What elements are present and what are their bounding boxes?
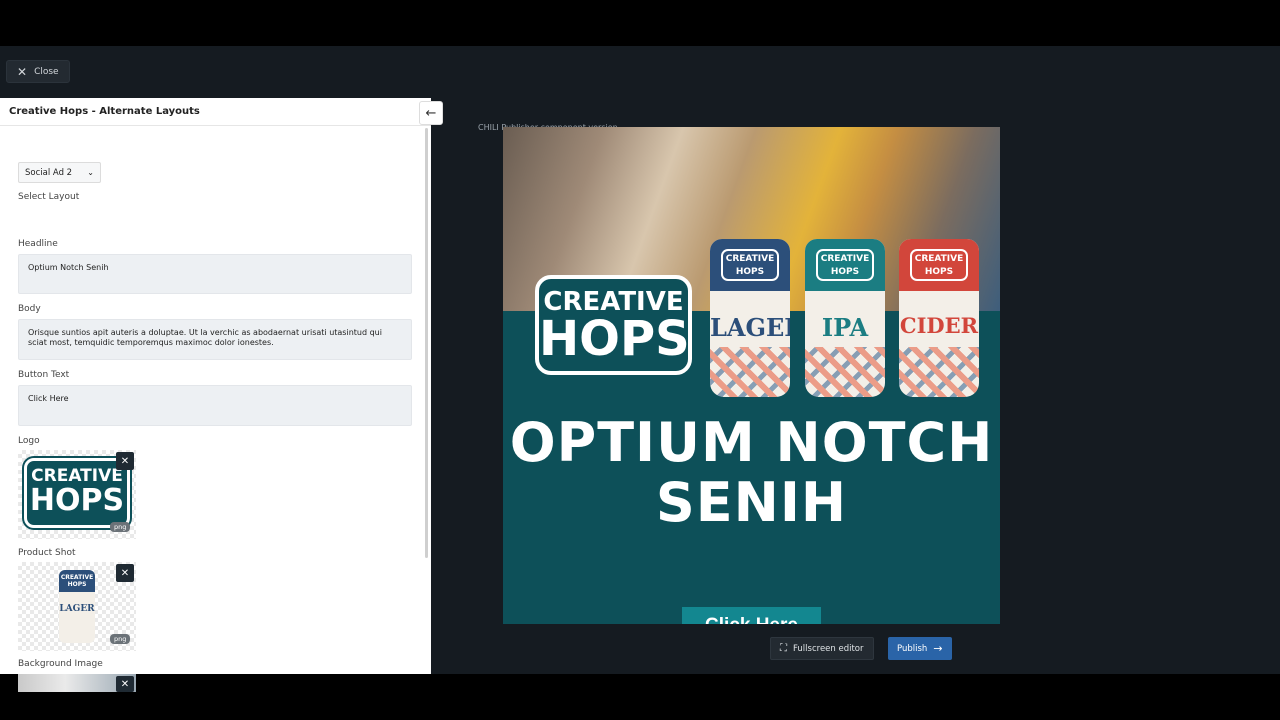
collapse-panel-button[interactable]: ← xyxy=(419,101,443,125)
can-badge-line2: HOPS xyxy=(830,267,860,277)
can-name: IPA xyxy=(821,313,869,342)
can-badge-line1: CREATIVE xyxy=(725,254,775,264)
panel-scrollbar[interactable] xyxy=(425,128,428,558)
close-button[interactable]: ✕ Close xyxy=(6,60,70,83)
file-type-badge: png xyxy=(110,522,131,532)
close-icon: ✕ xyxy=(120,567,130,579)
arrow-right-icon: → xyxy=(933,642,943,655)
body-label: Body xyxy=(18,304,41,314)
close-label: Close xyxy=(34,66,59,77)
fullscreen-label: Fullscreen editor xyxy=(793,643,864,654)
lager-can-thumb: CREATIVE HOPS LAGER xyxy=(59,570,95,643)
logo-thumb-line2: HOPS xyxy=(29,483,125,518)
can-badge-line1: CREATIVE xyxy=(820,254,870,264)
lager-can: CREATIVE HOPS LAGER xyxy=(710,239,790,397)
can-badge-line1: CREATIVE xyxy=(914,254,964,264)
chevron-down-icon: ⌄ xyxy=(87,168,94,177)
file-type-badge: png xyxy=(110,634,131,644)
close-icon: ✕ xyxy=(120,455,130,467)
fullscreen-icon: ⛶ xyxy=(780,643,787,654)
creative-hops-logo-thumb: CREATIVE HOPS xyxy=(24,458,130,528)
settings-panel: Creative Hops - Alternate Layouts ← Sele… xyxy=(0,98,443,692)
product-shot-label: Product Shot xyxy=(18,548,76,558)
arrow-left-icon: ← xyxy=(425,105,437,121)
ipa-can: CREATIVE HOPS IPA xyxy=(805,239,885,397)
ad-preview[interactable]: CREATIVE HOPS LAGER CREATIVE HOPS IPA CREA… xyxy=(503,127,1000,624)
ad-logo: CREATIVE HOPS xyxy=(535,275,692,375)
editor-stage: ✕ Close Creative Hops - Alternate Layout… xyxy=(0,46,1280,692)
layout-select-value: Social Ad 2 xyxy=(25,167,73,178)
remove-background-image-button[interactable]: ✕ xyxy=(116,676,134,692)
can-name: CIDER xyxy=(899,313,979,338)
publish-label: Publish xyxy=(897,643,928,654)
remove-product-shot-button[interactable]: ✕ xyxy=(116,564,134,582)
can-badge-line2: HOPS xyxy=(924,267,954,277)
headline-input[interactable]: Optium Notch Senih xyxy=(18,254,412,294)
ad-headline: OPTIUM NOTCH SENIH xyxy=(503,413,1000,533)
panel-header: Creative Hops - Alternate Layouts xyxy=(0,98,431,126)
can-badge-line2: HOPS xyxy=(735,267,765,277)
close-icon: ✕ xyxy=(120,678,130,690)
ad-headline-line1: OPTIUM NOTCH xyxy=(509,411,994,474)
panel-title: Creative Hops - Alternate Layouts xyxy=(9,106,200,117)
ad-logo-line2: HOPS xyxy=(539,311,690,367)
can-name: LAGER xyxy=(710,313,790,342)
close-icon: ✕ xyxy=(17,64,28,79)
cider-can: CREATIVE HOPS CIDER xyxy=(899,239,979,397)
can-thumb-badge: CREATIVE HOPS xyxy=(59,570,95,592)
select-layout-label: Select Layout xyxy=(18,192,80,202)
headline-label: Headline xyxy=(18,239,58,249)
fullscreen-editor-button[interactable]: ⛶ Fullscreen editor xyxy=(770,637,874,660)
button-text-label: Button Text xyxy=(18,370,70,380)
button-text-input[interactable]: Click Here xyxy=(18,385,412,426)
layout-select[interactable]: Social Ad 2 ⌄ xyxy=(18,162,101,183)
remove-logo-button[interactable]: ✕ xyxy=(116,452,134,470)
ad-headline-line2: SENIH xyxy=(655,471,848,534)
background-image-label: Background Image xyxy=(18,659,103,669)
publish-button[interactable]: Publish → xyxy=(888,637,952,660)
ad-cta-button[interactable]: Click Here xyxy=(682,607,821,624)
logo-label: Logo xyxy=(18,436,40,446)
body-input[interactable]: Orisque suntios apit auteris a doluptae.… xyxy=(18,319,412,360)
can-thumb-name: LAGER xyxy=(59,604,95,614)
